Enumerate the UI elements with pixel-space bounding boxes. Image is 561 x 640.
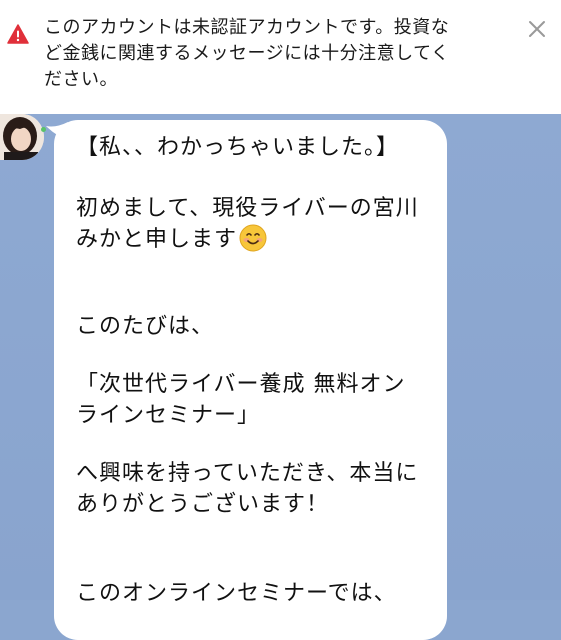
warning-line-1: このアカウントは未認証アカウントです。投資な [44,17,450,38]
message-line: このたびは、 [76,314,215,339]
chat-area[interactable]: 【私、、わかっちゃいました。】 初めまして、現役ライバーの宮川 みかと申します … [0,114,561,640]
message-line: へ興味を持っていただき、本当に [76,461,419,486]
sender-avatar[interactable] [0,114,44,160]
message-line: ありがとうございます！ [76,492,330,517]
message-line: ラインセミナー」 [76,403,261,428]
message-line-with-emoji: みかと申します [76,224,267,255]
avatar-photo-icon [0,114,44,160]
close-icon[interactable] [527,19,547,39]
smiling-face-emoji-icon [239,224,267,252]
warning-line-3: ださい。 [44,69,118,90]
warning-line-2: ど金銭に関連するメッセージには十分注意してく [44,43,450,64]
message-line: 初めまして、現役ライバーの宮川 [76,196,419,221]
unverified-account-warning-banner: このアカウントは未認証アカウントです。投資な ど金銭に関連するメッセージには十分… [0,0,561,114]
message-line: 「次世代ライバー養成 無料オン [76,372,406,397]
message-line: このオンラインセミナーでは、 [76,581,397,606]
warning-triangle-icon [7,24,29,44]
message-line-text: みかと申します [76,227,238,252]
message-line: 【私、、わかっちゃいました。】 [76,135,400,160]
warning-message: このアカウントは未認証アカウントです。投資な ど金銭に関連するメッセージには十分… [44,15,514,93]
